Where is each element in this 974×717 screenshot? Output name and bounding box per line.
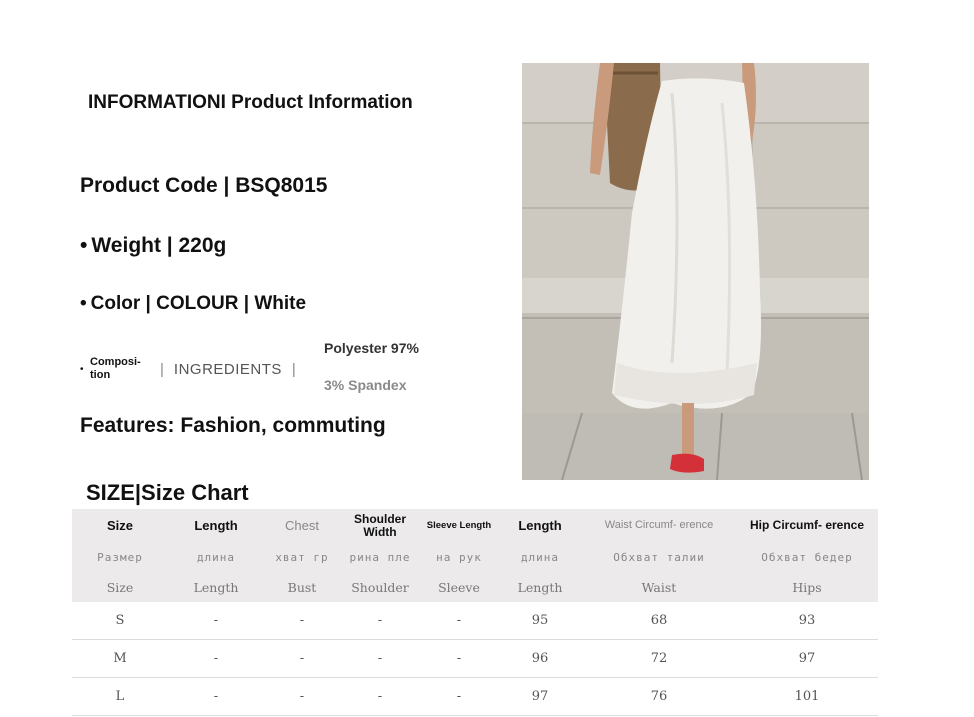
table-cell: 72 bbox=[582, 639, 736, 678]
size-chart-title: SIZE|Size Chart bbox=[86, 480, 249, 505]
product-code: Product Code | BSQ8015 bbox=[80, 174, 328, 197]
table-row: S - - - - 95 68 93 bbox=[72, 602, 878, 640]
bullet: • bbox=[80, 293, 87, 314]
russian-header-cell: длина bbox=[168, 542, 264, 573]
color-line: • Color | COLOUR | White bbox=[80, 293, 306, 315]
english-header-cell: Shoulder bbox=[340, 573, 420, 602]
table-cell: - bbox=[264, 602, 340, 640]
table-cell: 76 bbox=[582, 677, 736, 716]
composition-row: • Composi- tion | INGREDIENTS | bbox=[80, 352, 306, 386]
english-header-cell: Waist bbox=[582, 573, 736, 602]
table-cell: - bbox=[168, 602, 264, 640]
header-cell: Sleeve Length bbox=[420, 509, 498, 542]
separator: | bbox=[291, 360, 296, 378]
english-header-cell: Size bbox=[72, 573, 168, 602]
fabric-spandex: 3% Spandex bbox=[324, 377, 407, 393]
table-row: M - - - - 96 72 97 bbox=[72, 639, 878, 678]
table-cell: - bbox=[420, 639, 498, 678]
table-cell: 97 bbox=[736, 639, 878, 678]
table-cell: 68 bbox=[582, 602, 736, 640]
table-cell: - bbox=[340, 677, 420, 716]
english-header-cell: Length bbox=[498, 573, 582, 602]
table-cell: - bbox=[264, 639, 340, 678]
size-chart-table: Size Length Chest Shoulder Width Sleeve … bbox=[72, 509, 878, 716]
english-header-cell: Hips bbox=[736, 573, 878, 602]
weight-text: Weight | 220g bbox=[91, 234, 227, 257]
russian-header-cell: на рук bbox=[420, 542, 498, 573]
russian-header-cell: Обхват талии bbox=[582, 542, 736, 573]
table-cell: - bbox=[168, 677, 264, 716]
header-cell: Chest bbox=[264, 509, 340, 542]
russian-header-cell: Обхват бедер bbox=[736, 542, 878, 573]
table-cell: S bbox=[72, 602, 168, 640]
table-row: L - - - - 97 76 101 bbox=[72, 677, 878, 716]
product-photo-illustration bbox=[522, 63, 869, 480]
header-cell: Hip Circumf- erence bbox=[736, 509, 878, 542]
table-russian-header-row: Размер длина хват гр рина пле на рук дли… bbox=[72, 542, 878, 573]
info-title: INFORMATIONI Product Information bbox=[88, 92, 413, 113]
english-header-cell: Bust bbox=[264, 573, 340, 602]
table-cell: - bbox=[264, 677, 340, 716]
english-header-cell: Sleeve bbox=[420, 573, 498, 602]
table-cell: 93 bbox=[736, 602, 878, 640]
features-line: Features: Fashion, commuting bbox=[80, 414, 386, 437]
bullet: • bbox=[80, 364, 84, 375]
table-cell: 96 bbox=[498, 639, 582, 678]
table-cell: 101 bbox=[736, 677, 878, 716]
russian-header-cell: хват гр bbox=[264, 542, 340, 573]
header-cell: Length bbox=[168, 509, 264, 542]
ingredients-label: INGREDIENTS bbox=[173, 360, 282, 378]
russian-header-cell: Размер bbox=[72, 542, 168, 573]
weight-line: • Weight | 220g bbox=[80, 234, 226, 258]
header-cell: Waist Circumf- erence bbox=[582, 509, 736, 542]
bullet: • bbox=[80, 234, 88, 257]
table-cell: L bbox=[72, 677, 168, 716]
table-header-row: Size Length Chest Shoulder Width Sleeve … bbox=[72, 509, 878, 542]
table-cell: - bbox=[340, 602, 420, 640]
table-cell: M bbox=[72, 639, 168, 678]
header-cell: Length bbox=[498, 509, 582, 542]
product-photo bbox=[522, 63, 869, 480]
table-cell: 95 bbox=[498, 602, 582, 640]
russian-header-cell: длина bbox=[498, 542, 582, 573]
header-cell: Shoulder Width bbox=[340, 509, 420, 542]
table-cell: 97 bbox=[498, 677, 582, 716]
header-cell: Size bbox=[72, 509, 168, 542]
table-cell: - bbox=[420, 677, 498, 716]
table-english-header-row: Size Length Bust Shoulder Sleeve Length … bbox=[72, 573, 878, 602]
english-header-cell: Length bbox=[168, 573, 264, 602]
table-cell: - bbox=[168, 639, 264, 678]
composition-label: Composi- tion bbox=[90, 356, 141, 381]
table-cell: - bbox=[420, 602, 498, 640]
separator: | bbox=[160, 360, 164, 378]
table-cell: - bbox=[340, 639, 420, 678]
fabric-polyester: Polyester 97% bbox=[324, 340, 419, 356]
color-text: Color | COLOUR | White bbox=[90, 293, 307, 314]
russian-header-cell: рина пле bbox=[340, 542, 420, 573]
